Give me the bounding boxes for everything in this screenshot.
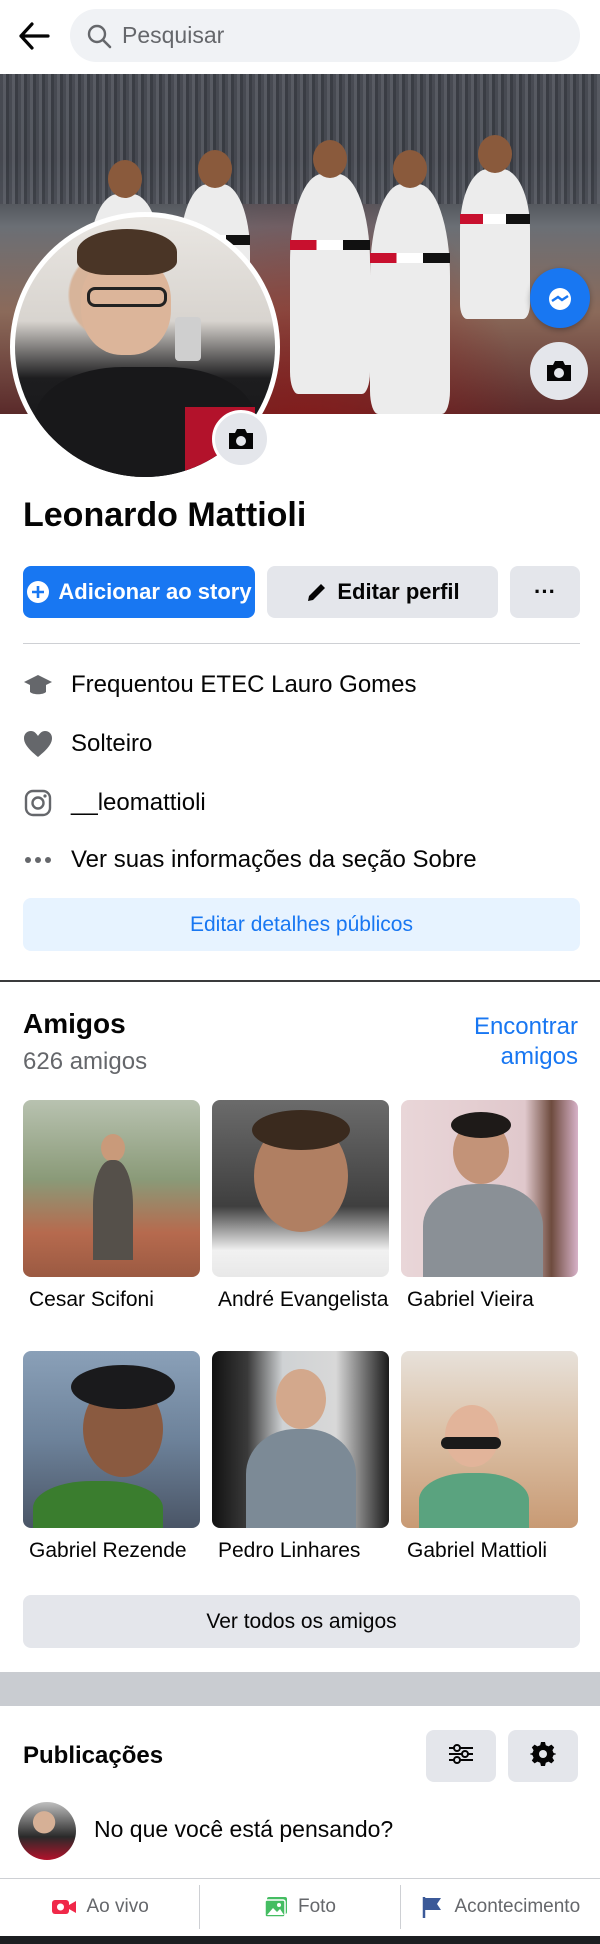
search-icon bbox=[86, 23, 112, 49]
divider bbox=[23, 643, 580, 644]
friend-name: Pedro Linhares bbox=[218, 1539, 361, 1562]
friend-name: Cesar Scifoni bbox=[29, 1288, 154, 1311]
search-bar[interactable] bbox=[70, 9, 580, 62]
more-dots-icon: ··· bbox=[534, 579, 556, 604]
life-event-button[interactable]: Acontecimento bbox=[401, 1885, 600, 1929]
add-story-label: Adicionar ao story bbox=[58, 579, 252, 604]
info-relationship: Solteiro bbox=[23, 724, 152, 764]
section-divider bbox=[0, 980, 600, 982]
info-education: Frequentou ETEC Lauro Gomes bbox=[23, 665, 417, 705]
friend-name: Gabriel Mattioli bbox=[407, 1539, 548, 1562]
add-story-button[interactable]: Adicionar ao story bbox=[23, 566, 255, 618]
friend-photo bbox=[401, 1100, 578, 1277]
edit-public-details-button[interactable]: Editar detalhes públicos bbox=[23, 898, 580, 951]
see-all-friends-button[interactable]: Ver todos os amigos bbox=[23, 1595, 580, 1648]
photo-icon bbox=[264, 1896, 288, 1918]
live-video-button[interactable]: Ao vivo bbox=[0, 1885, 201, 1929]
life-event-label: Acontecimento bbox=[454, 1896, 581, 1917]
friend-photo bbox=[212, 1351, 389, 1528]
friend-photo bbox=[23, 1351, 200, 1528]
plus-circle-icon bbox=[26, 580, 50, 604]
info-education-text: Frequentou ETEC Lauro Gomes bbox=[71, 671, 417, 698]
friend-card[interactable]: André Evangelista bbox=[212, 1100, 389, 1312]
photo-button[interactable]: Foto bbox=[200, 1885, 401, 1929]
posts-title: Publicações bbox=[23, 1742, 164, 1769]
filters-button[interactable] bbox=[426, 1730, 496, 1782]
edit-profile-label: Editar perfil bbox=[337, 579, 460, 604]
friend-name: André Evangelista bbox=[218, 1288, 389, 1311]
top-bar bbox=[0, 0, 600, 74]
bottom-edge bbox=[0, 1936, 600, 1944]
composer-avatar[interactable] bbox=[18, 1802, 76, 1860]
heart-icon bbox=[23, 729, 53, 759]
live-video-icon bbox=[51, 1897, 77, 1917]
composer-input[interactable]: No que você está pensando? bbox=[94, 1816, 393, 1843]
friend-card[interactable]: Pedro Linhares bbox=[212, 1351, 389, 1563]
cover-player bbox=[290, 140, 370, 394]
friend-name: Gabriel Vieira bbox=[407, 1288, 534, 1311]
cover-player bbox=[370, 150, 450, 414]
post-actions-bar: Ao vivo Foto Acontecimento bbox=[0, 1878, 600, 1934]
live-video-label: Ao vivo bbox=[86, 1896, 149, 1917]
find-friends-link[interactable]: Encontrar amigos bbox=[418, 1012, 578, 1072]
cover-camera-icon[interactable] bbox=[530, 342, 588, 400]
friend-name: Gabriel Rezende bbox=[29, 1539, 187, 1562]
section-divider bbox=[0, 1672, 600, 1706]
more-dots-icon bbox=[23, 845, 53, 875]
education-icon bbox=[23, 670, 53, 700]
pencil-icon bbox=[305, 580, 329, 604]
settings-button[interactable] bbox=[508, 1730, 578, 1782]
info-relationship-text: Solteiro bbox=[71, 730, 153, 757]
more-options-button[interactable]: ··· bbox=[510, 566, 580, 618]
friend-photo bbox=[401, 1351, 578, 1528]
friend-card[interactable]: Gabriel Rezende bbox=[23, 1351, 200, 1563]
friends-title: Amigos bbox=[23, 1008, 126, 1039]
friend-card[interactable]: Cesar Scifoni bbox=[23, 1100, 200, 1312]
photo-label: Foto bbox=[297, 1896, 336, 1917]
sliders-icon bbox=[447, 1743, 475, 1770]
flag-icon bbox=[420, 1895, 444, 1919]
friend-card[interactable]: Gabriel Vieira bbox=[401, 1100, 578, 1312]
edit-profile-button[interactable]: Editar perfil bbox=[267, 566, 498, 618]
friend-photo bbox=[23, 1100, 200, 1277]
info-about-link[interactable]: Ver suas informações da seção Sobre bbox=[23, 840, 477, 880]
gear-icon bbox=[530, 1741, 556, 1772]
friend-card[interactable]: Gabriel Mattioli bbox=[401, 1351, 578, 1563]
friends-count: 626 amigos bbox=[23, 1048, 148, 1075]
profile-camera-icon[interactable] bbox=[212, 410, 270, 468]
info-about-text: Ver suas informações da seção Sobre bbox=[71, 846, 477, 873]
search-input[interactable] bbox=[122, 22, 542, 49]
messenger-icon[interactable] bbox=[530, 268, 590, 328]
profile-name: Leonardo Mattioli bbox=[23, 496, 307, 534]
back-arrow-icon[interactable] bbox=[12, 14, 56, 58]
info-instagram-text: __leomattioli bbox=[71, 789, 206, 816]
cover-player bbox=[460, 135, 530, 319]
info-instagram[interactable]: __leomattioli bbox=[23, 783, 206, 823]
instagram-icon bbox=[23, 788, 53, 818]
friend-photo bbox=[212, 1100, 389, 1277]
